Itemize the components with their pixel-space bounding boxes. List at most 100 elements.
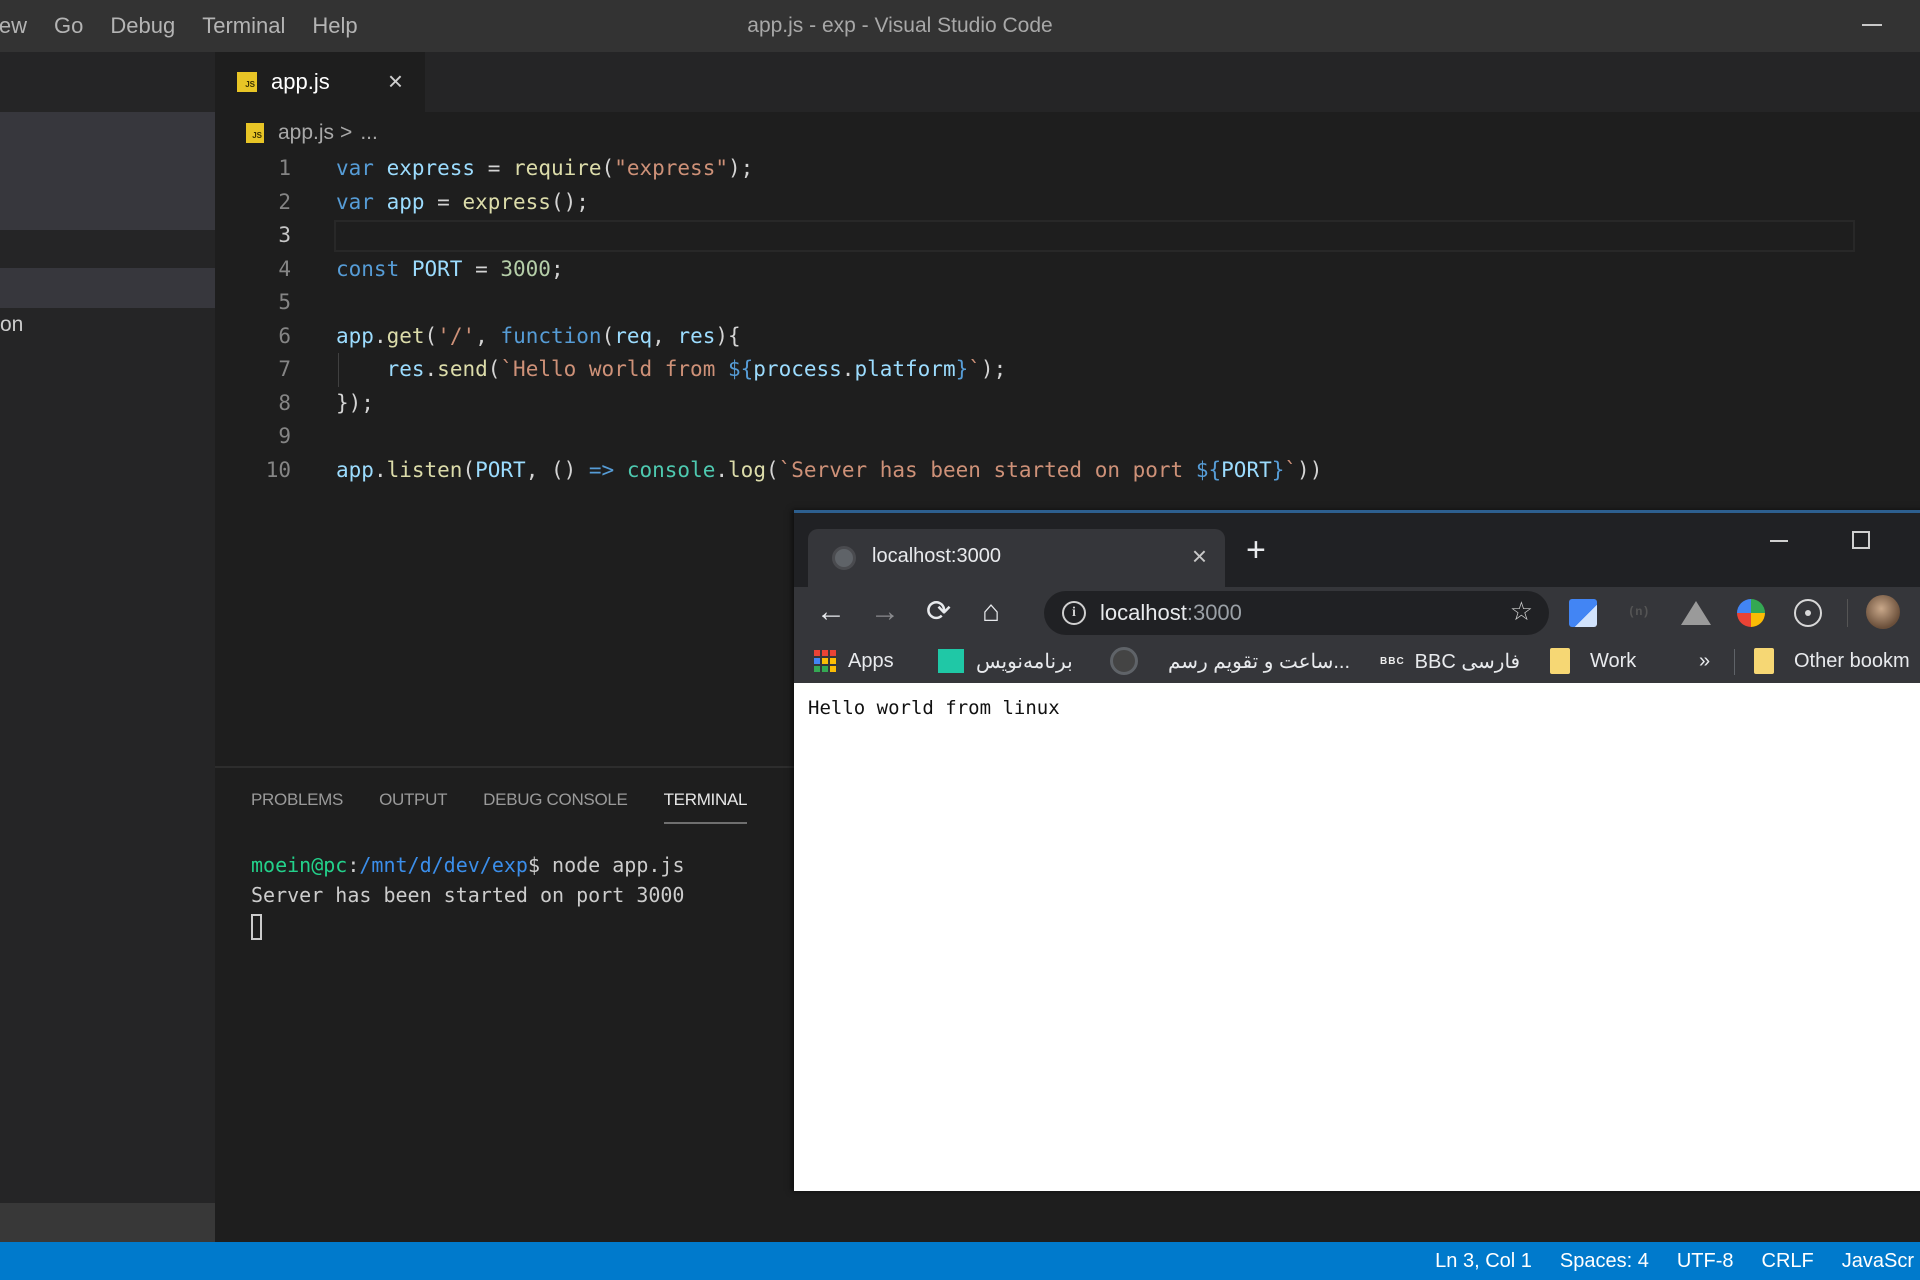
apps-grid-icon <box>814 650 836 672</box>
minimize-window-button[interactable] <box>1862 24 1882 26</box>
code-token: ( <box>765 457 779 482</box>
minimize-browser-button[interactable] <box>1770 540 1788 542</box>
code-line[interactable]: 8}); <box>215 387 1855 421</box>
browser-tab-title: localhost:3000 <box>872 545 1001 567</box>
status-indentation[interactable]: Spaces: 4 <box>1560 1250 1649 1273</box>
browser-toolbar: ← → ⟳ ⌂ i localhost:3000 ☆ (n) <box>794 587 1920 639</box>
bookmark-bbc-persian[interactable]: BBC BBC فارسی <box>1380 647 1520 675</box>
line-source[interactable]: var express = require("express"); <box>336 152 753 186</box>
code-line[interactable]: 7 res.send(`Hello world from ${process.p… <box>215 353 1855 387</box>
code-line[interactable]: 5 <box>215 286 1855 320</box>
breadcrumb-file[interactable]: app.js <box>278 121 334 145</box>
sidebar-item-label[interactable]: on <box>0 313 23 337</box>
google-drive-icon[interactable] <box>1681 601 1711 625</box>
code-token: "express" <box>614 156 728 180</box>
code-token: send <box>437 357 488 381</box>
code-token: ; <box>550 256 564 281</box>
bookmark-label: Other bookm <box>1794 649 1910 672</box>
code-token: PORT <box>475 457 526 482</box>
line-number: 1 <box>278 156 291 180</box>
google-translate-icon[interactable] <box>1569 599 1597 627</box>
reload-icon[interactable]: ⟳ <box>926 595 951 629</box>
status-cursor-position[interactable]: Ln 3, Col 1 <box>1435 1250 1532 1273</box>
code-token: = <box>462 256 501 281</box>
star-icon[interactable]: ☆ <box>1510 596 1533 627</box>
terminal[interactable]: moein@pc:/mnt/d/dev/exp$ node app.js Ser… <box>251 850 685 940</box>
line-source[interactable]: const PORT = 3000; <box>336 253 564 287</box>
tab-output[interactable]: OUTPUT <box>379 790 447 824</box>
breadcrumb-more[interactable]: ... <box>360 121 378 145</box>
back-arrow-icon[interactable]: ← <box>816 595 846 629</box>
code-token: platform <box>854 357 956 381</box>
browser-tab[interactable]: localhost:3000 × <box>808 529 1225 587</box>
forward-arrow-icon[interactable]: → <box>870 595 900 629</box>
terminal-prompt-symbol: $ <box>527 853 540 877</box>
line-number: 5 <box>278 290 291 314</box>
tab-problems[interactable]: PROBLEMS <box>251 790 343 824</box>
info-icon[interactable]: i <box>1062 601 1086 625</box>
line-source[interactable]: res.send(`Hello world from ${process.pla… <box>336 353 1007 387</box>
sidebar-selected-item[interactable] <box>0 268 215 308</box>
url-text[interactable]: localhost:3000 <box>1100 600 1242 626</box>
code-token: console <box>626 457 716 482</box>
tab-terminal[interactable]: TERMINAL <box>663 790 747 824</box>
code-lines[interactable]: 1 var express = require("express"); 2 var a… <box>215 152 1855 487</box>
browser-window: localhost:3000 × + ← → ⟳ ⌂ i localhost:3… <box>794 510 1920 1191</box>
sidebar-outline-section[interactable] <box>0 1203 215 1243</box>
sidebar-open-editors-section[interactable] <box>0 112 215 230</box>
code-token: app <box>336 457 374 482</box>
code-token: ( <box>424 323 438 348</box>
address-bar[interactable]: i localhost:3000 ☆ <box>1044 591 1549 635</box>
close-tab-icon[interactable]: × <box>1192 541 1207 572</box>
bookmark-work-folder[interactable]: Work <box>1550 647 1636 675</box>
tab-debug-console[interactable]: DEBUG CONSOLE <box>483 790 628 824</box>
code-line[interactable]: 2 var app = express(); <box>215 186 1855 220</box>
tab-app-js[interactable]: JS app.js × <box>215 52 425 112</box>
status-language[interactable]: JavaScr <box>1842 1250 1914 1273</box>
react-devtools-icon[interactable] <box>1794 599 1822 627</box>
code-token: app <box>386 189 425 214</box>
url-host: localhost <box>1100 600 1187 625</box>
code-token: listen <box>386 457 463 482</box>
status-encoding[interactable]: UTF-8 <box>1677 1250 1734 1273</box>
breadcrumb: JS app.js > ... <box>246 118 378 148</box>
status-eol[interactable]: CRLF <box>1762 1250 1814 1273</box>
bookmark-label: Work <box>1590 649 1637 672</box>
bookmark-calendar[interactable]: ساعت و تقویم رسم... <box>1110 647 1350 675</box>
code-token: = <box>424 189 463 214</box>
code-token: ` <box>1284 457 1298 482</box>
bookmark-apps[interactable]: Apps <box>814 647 894 675</box>
new-tab-button[interactable]: + <box>1246 533 1266 567</box>
code-line[interactable]: 3 <box>215 219 1855 253</box>
bookmarks-overflow-button[interactable]: » <box>1699 647 1710 675</box>
line-source[interactable]: app.listen(PORT, () => console.log(`Serv… <box>336 454 1322 488</box>
url-port: :3000 <box>1186 600 1242 625</box>
code-line[interactable]: 10 app.listen(PORT, () => console.log(`Se… <box>215 454 1855 488</box>
code-token: log <box>728 457 766 482</box>
code-line[interactable]: 6 app.get('/', function(req, res){ <box>215 320 1855 354</box>
rss-icon[interactable]: (n) <box>1628 605 1650 633</box>
line-source[interactable]: }); <box>336 387 374 421</box>
other-bookmarks[interactable]: Other bookm <box>1754 647 1910 675</box>
profile-avatar[interactable] <box>1866 595 1900 629</box>
close-icon[interactable]: × <box>388 66 403 97</box>
maximize-browser-button[interactable] <box>1852 531 1870 549</box>
line-number: 6 <box>278 323 291 348</box>
bookmark-label: Apps <box>848 649 894 672</box>
home-icon[interactable]: ⌂ <box>982 595 1000 629</box>
line-source[interactable]: var app = express(); <box>336 186 589 220</box>
code-token: PORT <box>1221 457 1272 482</box>
line-number: 4 <box>278 256 291 281</box>
code-token: var <box>336 189 387 214</box>
terminal-cursor <box>251 913 262 940</box>
code-token: . <box>841 357 855 381</box>
code-line[interactable]: 1 var express = require("express"); <box>215 152 1855 186</box>
code-line[interactable]: 4 const PORT = 3000; <box>215 253 1855 287</box>
bookmark-barnamenevis[interactable]: برنامه‌نویس <box>938 647 1073 675</box>
code-token: const <box>336 256 412 281</box>
explorer-sidebar: on <box>0 52 215 1243</box>
line-source[interactable]: app.get('/', function(req, res){ <box>336 320 741 354</box>
code-line[interactable]: 9 <box>215 420 1855 454</box>
idm-icon[interactable] <box>1737 599 1765 627</box>
